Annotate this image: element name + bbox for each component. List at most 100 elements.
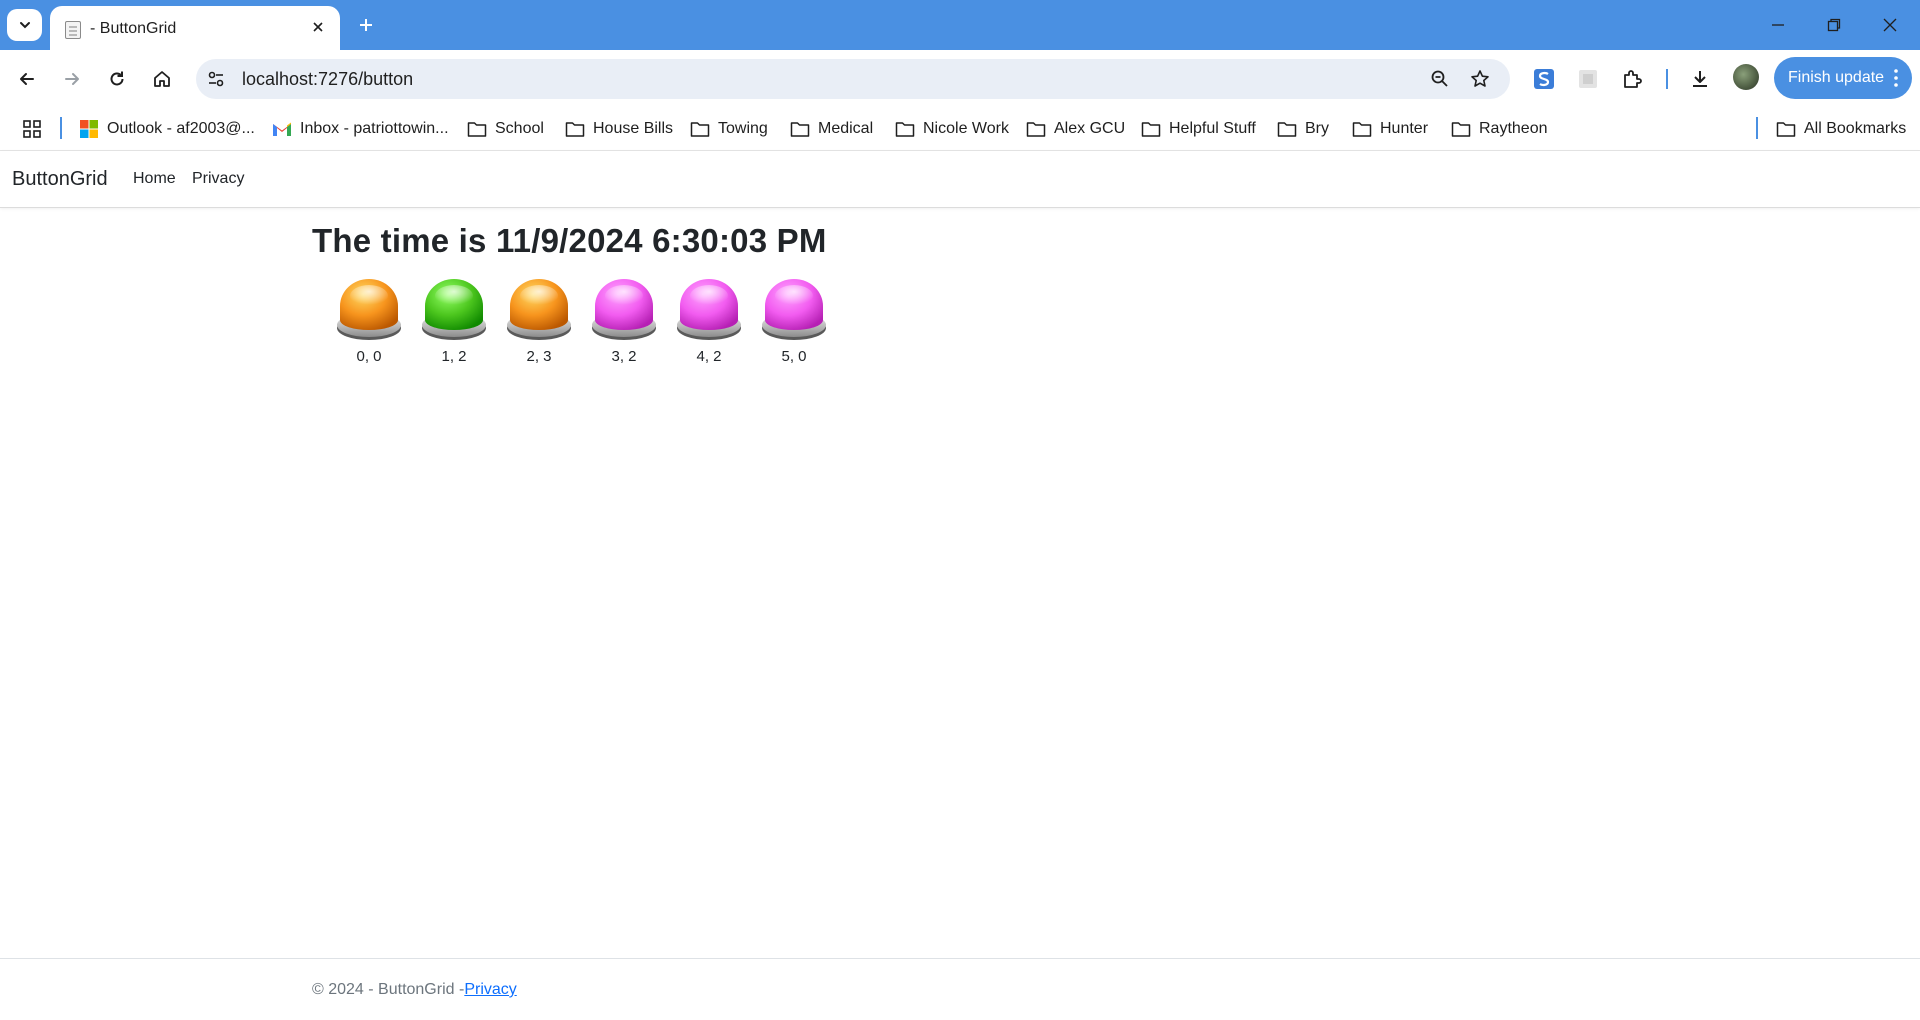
footer-text: © 2024 - ButtonGrid -Privacy: [312, 981, 517, 999]
back-button[interactable]: [10, 62, 44, 96]
bookmarks-divider: [60, 117, 62, 139]
bookmark-star-button[interactable]: [1468, 67, 1492, 91]
grid-button[interactable]: 4, 2: [673, 276, 745, 368]
grid-button[interactable]: 0, 0: [333, 276, 405, 368]
page-favicon-icon: [65, 21, 81, 39]
apps-grid-icon: [23, 120, 41, 138]
pink-button-icon: [677, 279, 741, 340]
extension-placeholder-icon: [1579, 70, 1597, 88]
address-bar[interactable]: localhost:7276/button: [196, 59, 1510, 99]
green-button-icon: [422, 279, 486, 340]
bookmark-gmail[interactable]: Inbox - patriottowin...: [272, 116, 449, 142]
navbar-brand[interactable]: ButtonGrid: [12, 168, 108, 191]
close-window-button[interactable]: [1862, 0, 1918, 50]
chevron-down-icon: [19, 22, 30, 29]
all-bookmarks-button[interactable]: All Bookmarks: [1776, 116, 1906, 142]
toolbar-divider: [1666, 69, 1668, 89]
bookmark-folder-bry[interactable]: Bry: [1277, 116, 1329, 142]
folder-icon: [1141, 119, 1161, 139]
close-icon: [313, 22, 323, 32]
tab-close-button[interactable]: [306, 15, 330, 39]
footer-privacy-link[interactable]: Privacy: [464, 981, 516, 998]
bookmark-folder-towing[interactable]: Towing: [690, 116, 768, 142]
finish-update-button[interactable]: Finish update: [1774, 57, 1912, 99]
minimize-button[interactable]: [1750, 0, 1806, 50]
star-icon: [1471, 70, 1489, 87]
microsoft-icon: [79, 119, 99, 139]
bookmark-folder-house-bills[interactable]: House Bills: [565, 116, 673, 142]
browser-window: - ButtonGrid localhost:7276/button Finis…: [0, 0, 1920, 1020]
bookmark-label: Alex GCU: [1054, 120, 1126, 137]
site-info-button[interactable]: [202, 65, 230, 93]
bookmark-folder-medical[interactable]: Medical: [790, 116, 873, 142]
bookmark-label: Medical: [818, 120, 874, 137]
url-text: localhost:7276/button: [242, 69, 414, 89]
folder-icon: [1352, 119, 1372, 139]
home-icon: [154, 71, 170, 87]
folder-icon: [1776, 119, 1796, 139]
downloads-button[interactable]: [1684, 63, 1716, 95]
bookmark-label: Helpful Stuff: [1169, 120, 1256, 137]
home-button[interactable]: [145, 62, 179, 96]
bookmark-folder-alex-gcu[interactable]: Alex GCU: [1026, 116, 1125, 142]
bookmark-folder-helpful-stuff[interactable]: Helpful Stuff: [1141, 116, 1256, 142]
apps-button[interactable]: [22, 116, 42, 142]
tab-search-button[interactable]: [7, 9, 42, 41]
more-vert-icon: [1894, 69, 1898, 87]
profile-avatar[interactable]: [1733, 64, 1759, 90]
reload-icon: [110, 71, 124, 86]
grid-button-label: 2, 3: [526, 348, 552, 365]
grid-button-label: 1, 2: [441, 348, 467, 365]
forward-button[interactable]: [55, 62, 89, 96]
page-title: The time is 11/9/2024 6:30:03 PM: [312, 222, 827, 259]
active-tab[interactable]: - ButtonGrid: [50, 6, 340, 50]
orange-button-icon: [507, 279, 571, 340]
extension-grey-button[interactable]: [1572, 63, 1604, 95]
plus-icon: [360, 19, 372, 31]
nav-link-home[interactable]: Home: [133, 170, 176, 188]
restore-button[interactable]: [1806, 0, 1862, 50]
arrow-right-icon: [65, 73, 79, 85]
folder-icon: [790, 119, 810, 139]
pink-button-icon: [762, 279, 826, 340]
extensions-button[interactable]: [1616, 63, 1648, 95]
bookmark-label: Outlook - af2003@...: [107, 120, 255, 137]
gmail-icon: [272, 119, 292, 139]
arrow-left-icon: [20, 73, 34, 85]
folder-icon: [1026, 119, 1046, 139]
grid-button-label: 3, 2: [611, 348, 637, 365]
site-navbar: ButtonGrid Home Privacy: [0, 151, 1920, 208]
grid-button[interactable]: 3, 2: [588, 276, 660, 368]
grid-button[interactable]: 2, 3: [503, 276, 575, 368]
zoom-button[interactable]: [1428, 67, 1452, 91]
bookmarks-divider: [1756, 117, 1758, 139]
bookmark-folder-hunter[interactable]: Hunter: [1352, 116, 1428, 142]
pink-button-icon: [592, 279, 656, 340]
all-bookmarks-label: All Bookmarks: [1804, 120, 1907, 137]
extension-s-icon: [1534, 69, 1554, 89]
reload-button[interactable]: [100, 62, 134, 96]
extension-s-button[interactable]: [1528, 63, 1560, 95]
minimize-icon: [1772, 24, 1784, 26]
bookmark-folder-raytheon[interactable]: Raytheon: [1451, 116, 1548, 142]
grid-button-label: 4, 2: [696, 348, 722, 365]
folder-icon: [565, 119, 585, 139]
bookmark-label: Towing: [718, 120, 768, 137]
bookmark-outlook[interactable]: Outlook - af2003@...: [79, 116, 255, 142]
bookmark-label: Inbox - patriottowin...: [300, 120, 449, 137]
bookmark-folder-school[interactable]: School: [467, 116, 544, 142]
nav-link-privacy[interactable]: Privacy: [192, 170, 244, 188]
grid-button[interactable]: 5, 0: [758, 276, 830, 368]
folder-icon: [690, 119, 710, 139]
bookmark-folder-nicole-work[interactable]: Nicole Work: [895, 116, 1009, 142]
orange-button-icon: [337, 279, 401, 340]
tab-title: - ButtonGrid: [90, 20, 177, 37]
new-tab-button[interactable]: [352, 11, 380, 39]
bookmark-label: Nicole Work: [923, 120, 1009, 137]
bookmark-label: Raytheon: [1479, 120, 1548, 137]
folder-icon: [467, 119, 487, 139]
grid-button[interactable]: 1, 2: [418, 276, 490, 368]
copyright-text: © 2024 - ButtonGrid -: [312, 981, 465, 998]
folder-icon: [895, 119, 915, 139]
restore-icon: [1827, 18, 1841, 32]
